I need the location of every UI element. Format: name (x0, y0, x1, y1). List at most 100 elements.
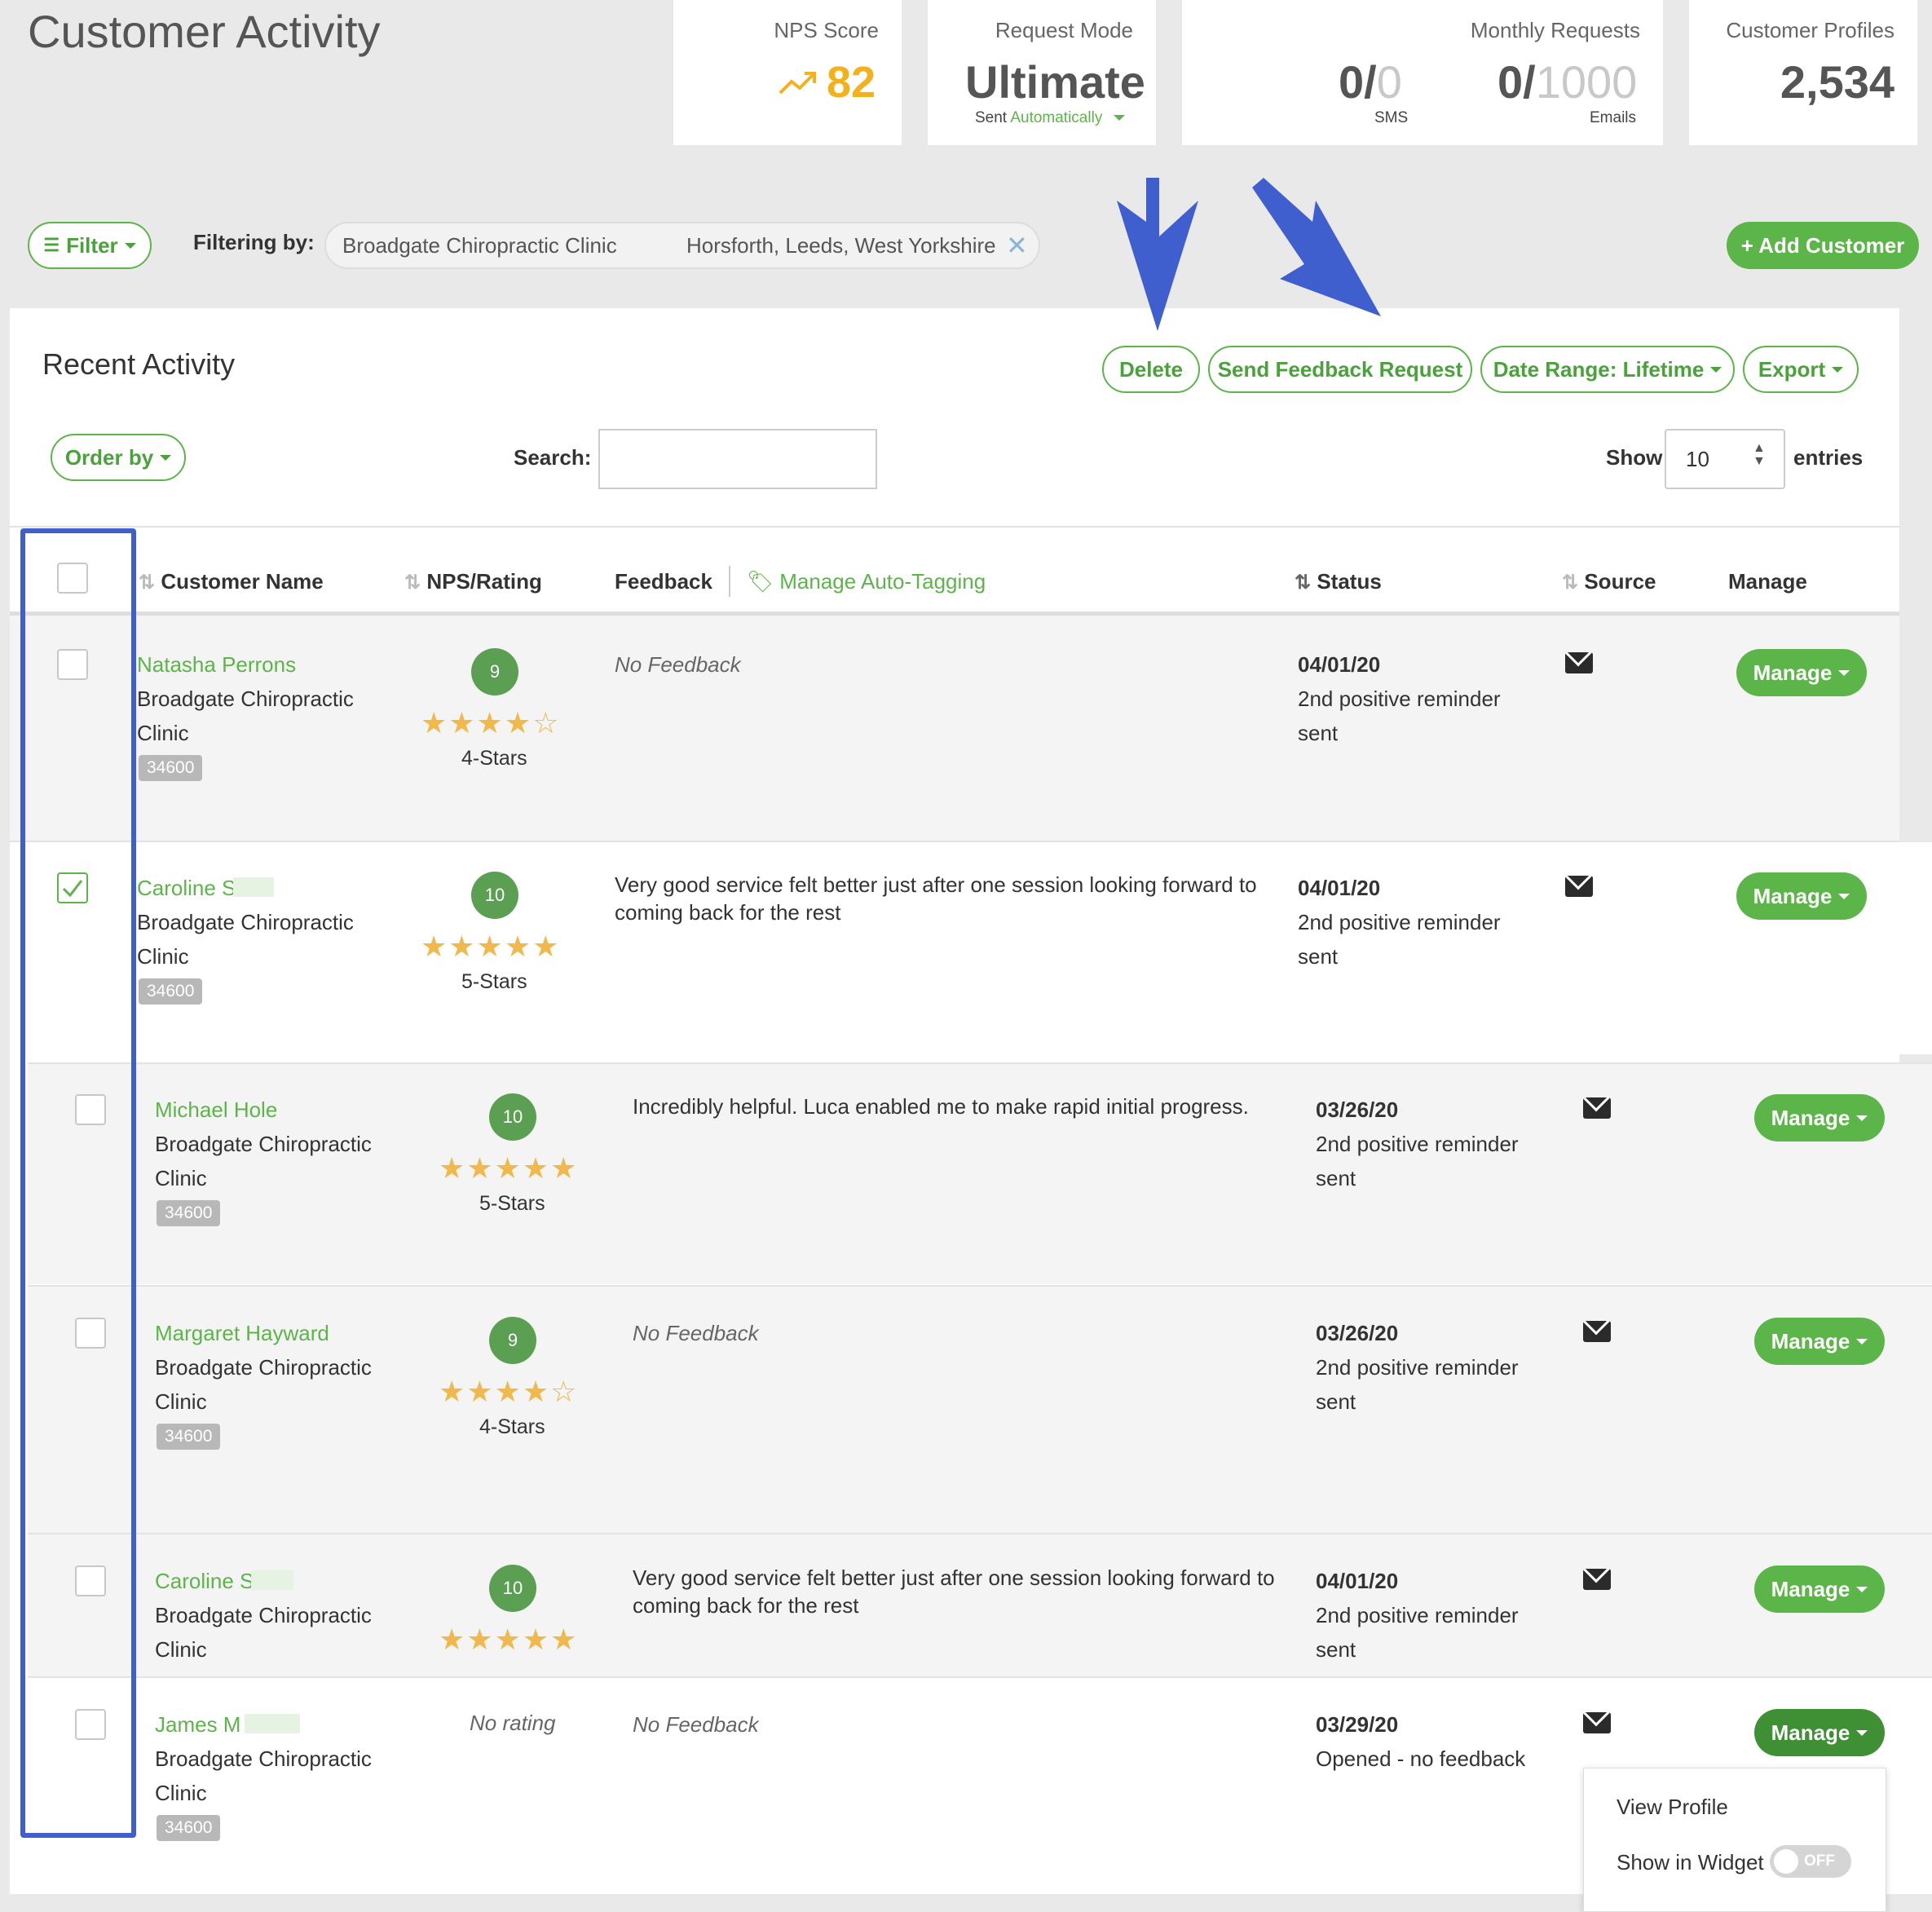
status-date: 03/26/20 (1316, 1321, 1399, 1345)
manage-button[interactable]: Manage (1736, 649, 1867, 696)
mail-icon (1583, 1097, 1611, 1119)
feedback-text: Very good service felt better just after… (633, 1565, 1275, 1618)
date-range-label: Date Range: Lifetime (1493, 356, 1705, 382)
feedback-text: No Feedback (633, 1712, 759, 1737)
sort-icon: ⇅ (1295, 572, 1312, 594)
star-rating-label: 5-Stars (461, 970, 527, 993)
export-dropdown[interactable]: Export (1743, 346, 1859, 393)
show-in-widget-toggle[interactable]: OFF (1770, 1845, 1851, 1878)
mail-icon (1583, 1321, 1611, 1342)
customer-clinic: Broadgate Chiropractic Clinic (137, 687, 354, 745)
customer-profiles-value: 2,534 (1780, 56, 1895, 108)
show-label: Show (1606, 445, 1663, 470)
customer-name-link[interactable]: Natasha Perrons (137, 652, 296, 678)
column-source-label: Source (1584, 569, 1656, 594)
column-nps-rating-label: NPS/Rating (426, 569, 542, 594)
view-profile-menu-item[interactable]: View Profile (1617, 1795, 1728, 1820)
monthly-requests-label: Monthly Requests (1470, 18, 1640, 42)
nps-score-value: 82 (827, 58, 876, 107)
filter-button[interactable]: ☰ Filter (28, 222, 152, 269)
column-nps-rating[interactable]: ⇅ NPS/Rating (404, 569, 542, 594)
annotation-highlight-box (20, 528, 136, 1838)
manage-button-active[interactable]: Manage (1754, 1709, 1885, 1756)
order-by-label: Order by (64, 444, 154, 470)
sent-prefix: Sent (975, 109, 1008, 126)
column-customer-name[interactable]: ⇅ Customer Name (139, 569, 324, 594)
entries-label: entries (1793, 445, 1864, 470)
manage-button-label: Manage (1753, 883, 1833, 908)
tag-icon: 🏷 (747, 569, 774, 594)
status-date: 03/29/20 (1316, 1712, 1399, 1737)
status-text: 2nd positive reminder sent (1316, 1355, 1519, 1414)
manage-button[interactable]: Manage (1754, 1094, 1885, 1141)
divider (28, 1676, 1932, 1678)
redacted-blur (251, 1570, 293, 1590)
sliders-icon: ☰ (43, 235, 60, 255)
manage-button[interactable]: Manage (1754, 1565, 1885, 1613)
select-arrows-icon: ▲ ▼ (1753, 441, 1766, 468)
sent-mode[interactable]: Sent Automatically (975, 109, 1125, 127)
order-by-dropdown[interactable]: Order by (51, 434, 186, 481)
add-customer-button[interactable]: + Add Customer (1727, 222, 1919, 269)
customer-name-link[interactable]: Margaret Hayward (155, 1321, 329, 1346)
close-icon[interactable]: ✕ (1006, 230, 1028, 261)
feedback-text: No Feedback (615, 652, 741, 677)
customer-id-badge: 34600 (139, 755, 203, 781)
column-source[interactable]: ⇅ Source (1562, 569, 1656, 594)
chevron-down-icon (1856, 1115, 1868, 1121)
customer-name-link[interactable]: James M (155, 1712, 240, 1738)
chevron-down-icon (1838, 669, 1850, 676)
manage-auto-tagging-label: Manage Auto-Tagging (779, 569, 986, 594)
sort-icon: ⇅ (404, 572, 421, 594)
column-feedback: Feedback (615, 569, 712, 594)
star-rating-label: 5-Stars (479, 1192, 545, 1215)
export-label: Export (1758, 356, 1826, 382)
chevron-down-icon (1856, 1729, 1868, 1736)
entries-select[interactable]: 10 ▲ ▼ (1665, 429, 1785, 489)
delete-button[interactable]: Delete (1102, 346, 1200, 393)
trending-up-icon (779, 72, 816, 95)
star-rating: ★★★★★ (421, 930, 561, 963)
manage-button-label: Manage (1771, 1328, 1850, 1353)
manage-button-label: Manage (1771, 1720, 1850, 1745)
sms-count: 0/0 (1339, 56, 1402, 108)
nps-badge: 9 (489, 1317, 536, 1364)
date-range-dropdown[interactable]: Date Range: Lifetime (1480, 346, 1735, 393)
star-rating: ★★★★★ (439, 1151, 579, 1185)
no-rating-text: No rating (470, 1711, 556, 1735)
manage-auto-tagging-link[interactable]: 🏷 Manage Auto-Tagging (747, 569, 986, 594)
manage-button[interactable]: Manage (1754, 1318, 1885, 1365)
chevron-down-icon (1710, 366, 1722, 373)
send-feedback-request-button[interactable]: Send Feedback Request (1208, 346, 1472, 393)
nps-badge: 10 (471, 872, 518, 919)
nps-badge: 9 (471, 648, 518, 695)
mail-icon (1583, 1569, 1611, 1590)
customer-profiles-card: Customer Profiles 2,534 (1689, 0, 1917, 145)
sort-icon: ⇅ (139, 572, 156, 594)
status-date: 03/26/20 (1316, 1097, 1399, 1122)
customer-clinic: Broadgate Chiropractic Clinic (155, 1355, 372, 1414)
status-text: 2nd positive reminder sent (1316, 1603, 1519, 1662)
nps-badge: 10 (489, 1565, 536, 1612)
redacted-blur (245, 1714, 300, 1733)
customer-clinic: Broadgate Chiropractic Clinic (155, 1746, 372, 1805)
status-text: 2nd positive reminder sent (1298, 687, 1501, 745)
mail-icon (1583, 1712, 1611, 1733)
customer-name-link[interactable]: Caroline S (137, 876, 236, 901)
chevron-down-icon (1113, 115, 1125, 121)
nps-score-card: NPS Score 82 (673, 0, 902, 145)
customer-name-link[interactable]: Caroline S (155, 1569, 254, 1594)
customer-id-badge: 34600 (157, 1815, 221, 1841)
mail-icon (1565, 876, 1593, 897)
manage-button[interactable]: Manage (1736, 872, 1867, 920)
search-input[interactable] (598, 429, 877, 489)
sent-mode-value: Automatically (1010, 109, 1103, 126)
nps-badge: 10 (489, 1093, 536, 1141)
status-text: 2nd positive reminder sent (1316, 1132, 1519, 1190)
customer-name-link[interactable]: Michael Hole (155, 1097, 277, 1123)
column-status[interactable]: ⇅ Status (1295, 569, 1382, 594)
chevron-down-icon (1838, 893, 1850, 899)
customer-clinic: Broadgate Chiropractic Clinic (155, 1603, 372, 1662)
manage-button-label: Manage (1753, 660, 1833, 685)
star-rating: ★★★★★ (439, 1623, 579, 1656)
